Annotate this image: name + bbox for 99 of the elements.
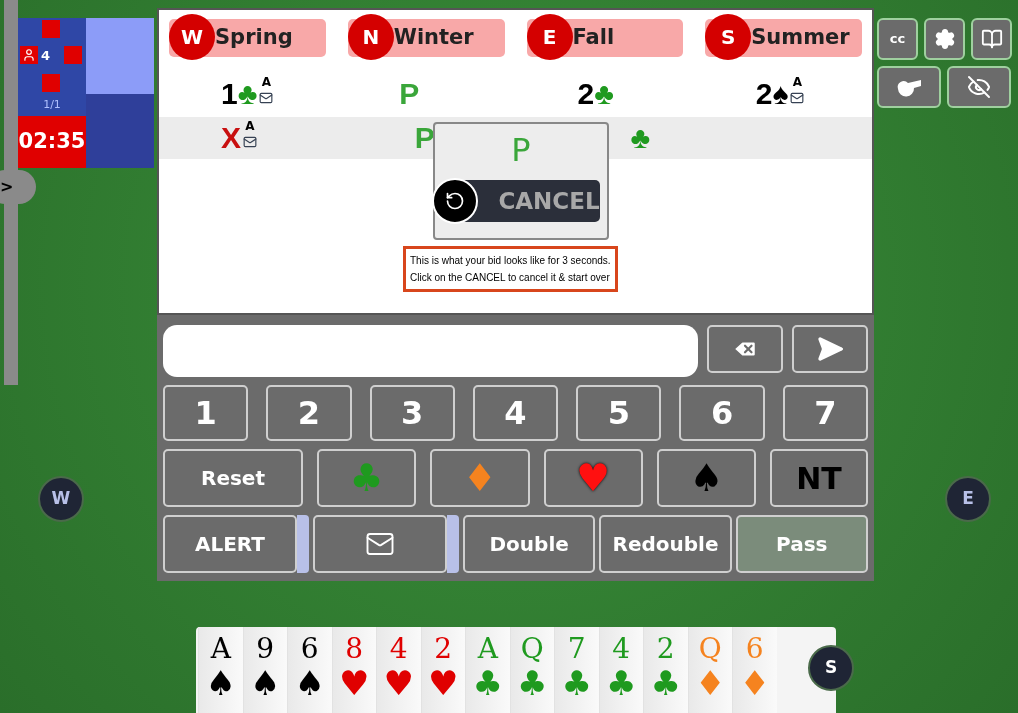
alert-mark: A <box>245 119 255 132</box>
side-tab[interactable]: > <box>0 170 36 204</box>
playing-card[interactable]: 7 ♣ <box>554 627 599 713</box>
hide-button[interactable] <box>947 66 1011 108</box>
seat-marker <box>64 46 82 64</box>
card-suit: ♠ <box>294 663 325 703</box>
card-suit: ♣ <box>606 663 637 703</box>
player-name: Fall <box>572 24 615 52</box>
card-suit: ♠ <box>250 663 281 703</box>
seat-marker <box>42 20 60 38</box>
playing-card[interactable]: 8 ♥ <box>331 627 376 713</box>
card-suit: ♥ <box>383 663 414 703</box>
timer: 02:35 <box>18 116 86 168</box>
alert-button[interactable]: ALERT <box>163 515 297 573</box>
bid: 1♣ <box>221 79 258 109</box>
playing-card[interactable]: 4 ♣ <box>598 627 643 713</box>
level-key[interactable]: 3 <box>369 385 455 441</box>
bid: P <box>399 79 420 109</box>
bid: P <box>414 123 435 153</box>
card-rank: Q <box>698 635 722 663</box>
card-suit: ♥ <box>428 663 459 703</box>
seat-badge: W <box>169 14 215 60</box>
card-suit: ♣ <box>472 663 503 703</box>
seat-badge: N <box>347 14 394 60</box>
card-rank: A <box>210 635 231 663</box>
player-name: Summer <box>751 24 850 52</box>
convention-card-button[interactable]: cc <box>877 18 918 60</box>
send-button[interactable] <box>792 325 868 373</box>
level-key[interactable]: 6 <box>679 385 765 441</box>
card-suit: ♣ <box>561 663 592 703</box>
playing-card[interactable]: 9 ♠ <box>242 627 287 713</box>
card-rank: 7 <box>567 635 586 663</box>
seat-badge: E <box>945 476 991 522</box>
card-rank: 6 <box>745 635 764 663</box>
explain-button[interactable] <box>313 515 447 573</box>
whistle-button[interactable] <box>877 66 941 108</box>
backspace-button[interactable] <box>707 325 783 373</box>
level-key[interactable]: 4 <box>472 385 559 441</box>
playing-card[interactable]: A ♠ <box>198 627 243 713</box>
alert-mark: A <box>261 75 271 88</box>
bid: 2♠ <box>755 79 789 109</box>
alert-mark: A <box>792 75 802 88</box>
player-name: Winter <box>393 24 474 52</box>
card-suit: ♦ <box>695 663 726 703</box>
message-field[interactable] <box>163 325 698 377</box>
eye-off-icon <box>967 75 991 99</box>
envelope-icon <box>790 90 805 105</box>
seat-badge: S <box>808 645 854 691</box>
envelope-icon <box>259 90 274 105</box>
level-key[interactable]: 7 <box>782 385 868 441</box>
playing-card[interactable]: Q ♣ <box>509 627 554 713</box>
playing-card[interactable]: 6 ♠ <box>287 627 332 713</box>
settings-icon <box>933 28 956 50</box>
suit-key[interactable]: ♠ <box>656 449 756 507</box>
whistle-icon <box>895 77 923 97</box>
preview-bid: P <box>511 134 531 166</box>
seat-badge: S <box>705 14 752 60</box>
call-button[interactable]: Double <box>463 515 596 573</box>
card-rank: 4 <box>612 635 631 663</box>
envelope-icon <box>243 134 257 149</box>
playing-card[interactable]: 2 ♣ <box>643 627 688 713</box>
player-count: 4 <box>41 47 51 65</box>
reset-button[interactable]: Reset <box>163 449 303 507</box>
seat-badge: E <box>526 14 573 60</box>
bid: ♣ <box>630 123 651 153</box>
send-icon <box>816 335 844 363</box>
level-key[interactable]: 5 <box>576 385 662 441</box>
card-suit: ♦ <box>739 663 770 703</box>
board-number: 1/1 <box>18 94 86 116</box>
card-suit: ♠ <box>205 663 236 703</box>
card-suit: ♥ <box>339 663 370 703</box>
player-name: Spring <box>215 24 293 52</box>
hint-text: This is what your bid looks like for 3 seconds. Click on the CANCEL to cancel it & start over <box>403 246 618 292</box>
seat-marker <box>42 74 60 92</box>
card-suit: ♣ <box>650 663 681 703</box>
seat-badge: W <box>38 476 84 522</box>
book-icon <box>980 28 1003 50</box>
bid: 2♣ <box>577 79 614 109</box>
book-button[interactable] <box>971 18 1012 60</box>
card-rank: Q <box>520 635 544 663</box>
card-rank: 9 <box>256 635 275 663</box>
playing-card[interactable]: 2 ♥ <box>420 627 465 713</box>
card-rank: 2 <box>434 635 453 663</box>
undo-icon <box>432 178 478 224</box>
settings-button[interactable] <box>924 18 965 60</box>
card-rank: 8 <box>345 635 364 663</box>
card-rank: A <box>477 635 498 663</box>
call-button[interactable]: Redouble <box>599 515 732 573</box>
card-suit: ♣ <box>517 663 548 703</box>
bid: X <box>221 123 241 153</box>
no-trump-key[interactable]: NT <box>770 449 868 507</box>
card-rank: 4 <box>389 635 408 663</box>
level-key[interactable]: 2 <box>266 385 352 441</box>
level-key[interactable]: 1 <box>163 385 249 441</box>
card-rank: 6 <box>300 635 319 663</box>
call-button[interactable]: Pass <box>735 515 868 573</box>
playing-card[interactable]: 4 ♥ <box>376 627 421 713</box>
playing-card[interactable]: A ♣ <box>465 627 510 713</box>
card-rank: 2 <box>656 635 675 663</box>
